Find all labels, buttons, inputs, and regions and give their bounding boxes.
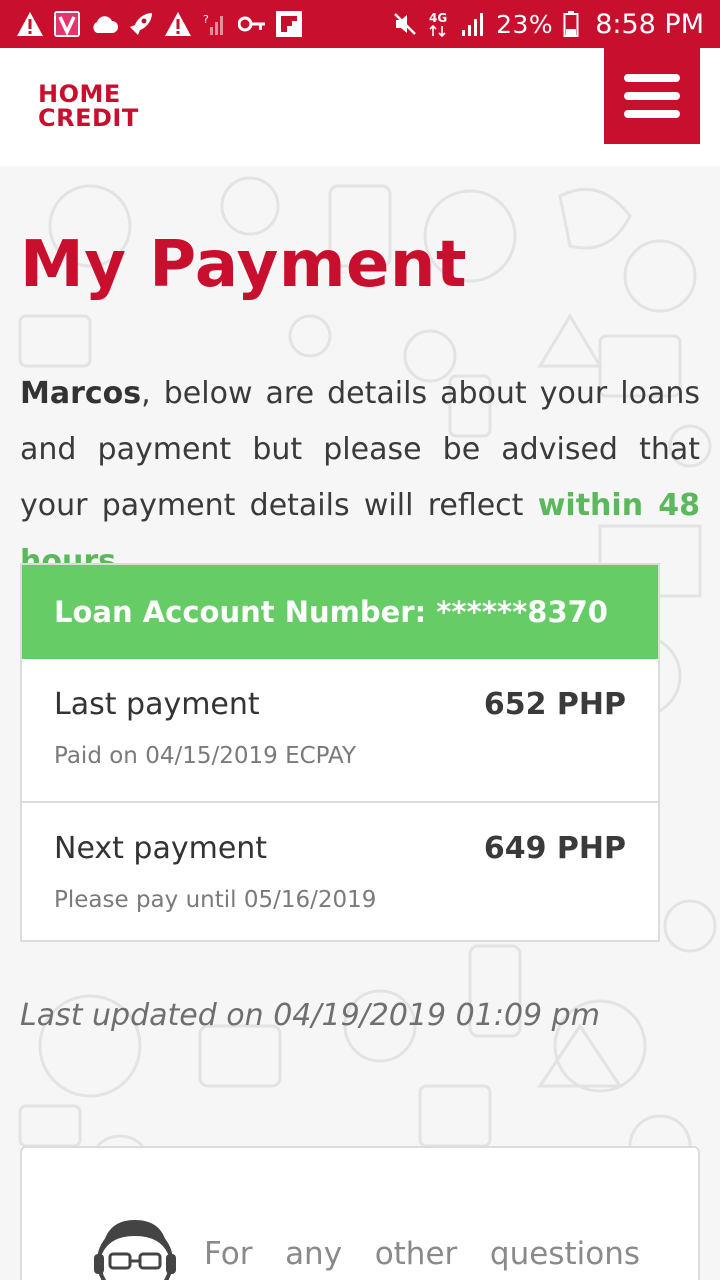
loan-account-number: Loan Account Number: ******8370 bbox=[22, 565, 658, 659]
signal-icon bbox=[460, 10, 486, 38]
intro-paragraph: Marcos, below are details about your loa… bbox=[20, 366, 700, 590]
flipboard-icon bbox=[276, 10, 302, 38]
last-updated-text: Last updated on 04/19/2019 01:09 pm bbox=[20, 998, 600, 1033]
key-icon bbox=[238, 10, 266, 38]
status-time: 8:58 PM bbox=[595, 8, 704, 40]
rocket-icon bbox=[128, 10, 154, 38]
site-header: HOME CREDIT bbox=[0, 48, 720, 166]
warning-icon bbox=[16, 10, 44, 38]
last-payment-row: Last payment 652 PHP Paid on 04/15/2019 … bbox=[22, 659, 658, 801]
no-signal-icon: ? bbox=[202, 10, 228, 38]
status-bar-notifications: ? bbox=[16, 10, 302, 38]
next-payment-label: Next payment bbox=[54, 831, 268, 866]
warning-icon bbox=[164, 10, 192, 38]
last-payment-amount: 652 PHP bbox=[483, 687, 626, 722]
contact-word: For bbox=[204, 1236, 253, 1272]
logo-line-1: HOME bbox=[38, 80, 121, 108]
last-payment-label: Last payment bbox=[54, 687, 260, 722]
contact-text: For any other questions bbox=[204, 1236, 640, 1272]
contact-word: questions bbox=[489, 1236, 640, 1272]
status-bar: ? 4G 23% 8:58 PM bbox=[0, 0, 720, 48]
hamburger-menu-icon-bar bbox=[624, 110, 680, 118]
mute-icon bbox=[392, 10, 418, 38]
home-credit-logo[interactable]: HOME CREDIT bbox=[38, 82, 139, 130]
contact-card: For any other questions bbox=[20, 1146, 700, 1280]
logo-line-2: CREDIT bbox=[38, 104, 139, 132]
next-payment-detail: Please pay until 05/16/2019 bbox=[54, 887, 377, 913]
cloud-icon bbox=[90, 10, 118, 38]
battery-percent: 23% bbox=[496, 9, 554, 39]
svg-text:?: ? bbox=[203, 13, 209, 26]
hamburger-menu-icon-bar bbox=[624, 92, 680, 100]
contact-word: any bbox=[285, 1236, 343, 1272]
network-4g-icon: 4G bbox=[428, 10, 450, 38]
hamburger-menu-icon bbox=[624, 74, 680, 82]
support-agent-icon bbox=[94, 1220, 176, 1280]
customer-name: Marcos bbox=[20, 376, 142, 411]
v-app-icon bbox=[54, 10, 80, 38]
next-payment-amount: 649 PHP bbox=[483, 831, 626, 866]
battery-icon bbox=[563, 10, 579, 38]
status-bar-system: 4G 23% 8:58 PM bbox=[392, 9, 704, 40]
contact-word: other bbox=[374, 1236, 458, 1272]
network-label: 4G bbox=[429, 11, 447, 25]
next-payment-row: Next payment 649 PHP Please pay until 05… bbox=[22, 801, 658, 943]
page-title: My Payment bbox=[20, 228, 468, 302]
last-payment-detail: Paid on 04/15/2019 ECPAY bbox=[54, 743, 357, 769]
loan-account-card: Loan Account Number: ******8370 Last pay… bbox=[20, 563, 660, 942]
hamburger-menu-button[interactable] bbox=[604, 48, 700, 144]
